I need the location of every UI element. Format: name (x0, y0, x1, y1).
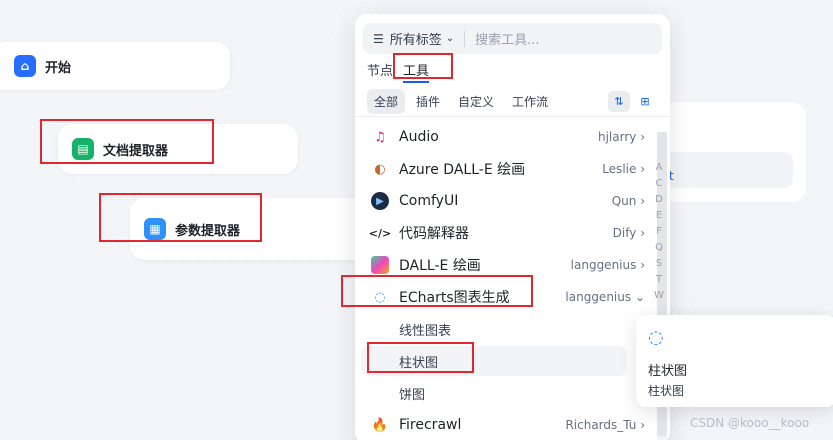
tool-item-firecrawl[interactable]: 🔥 Firecrawl Richards_Tu › (361, 410, 655, 440)
filter-all[interactable]: 全部 (367, 89, 406, 114)
tool-name: ECharts图表生成 (399, 290, 510, 306)
echarts-icon: ◌ (648, 327, 664, 348)
start-node[interactable]: ⌂ 开始 (0, 42, 230, 90)
az-index: A C D E F Q S T W (654, 160, 664, 304)
start-node-label: 开始 (45, 60, 72, 76)
tool-author: hjlarry › (597, 130, 645, 144)
tool-name: DALL-E 绘画 (399, 258, 481, 274)
az-letter[interactable]: E (654, 208, 664, 224)
tool-item-dalle[interactable]: DALL-E 绘画 langgenius › (361, 250, 655, 280)
subtool-label: 线性图表 (399, 323, 452, 339)
comfyui-icon: ▶ (371, 192, 389, 210)
code-icon: </> (368, 226, 392, 240)
background-node-card: t (660, 102, 806, 202)
tool-tooltip: ◌ 柱状图 柱状图 (636, 315, 833, 407)
tool-name: Azure DALL-E 绘画 (399, 162, 526, 178)
tool-author: Qun › (611, 194, 645, 208)
audio-icon: ♫ (374, 129, 386, 145)
az-letter[interactable]: D (654, 192, 664, 208)
subtool-bar-chart[interactable]: 柱状图 (361, 346, 627, 376)
tab-node[interactable]: 节点 (367, 60, 393, 83)
echarts-icon: ◌ (374, 289, 386, 305)
tool-item-azure-dalle[interactable]: ◐ Azure DALL-E 绘画 Leslie › (361, 154, 655, 184)
search-divider (464, 30, 466, 47)
tool-item-comfyui[interactable]: ▶ ComfyUI Qun › (361, 186, 655, 216)
tool-picker-panel: ☰ 所有标签 ⌄ 搜索工具... 节点 工具 全部 插件 自定义 工作流 ⇅ ⊞… (355, 14, 670, 440)
param-extractor-node[interactable]: ▦ 参数提取器 (130, 198, 370, 260)
filter-custom[interactable]: 自定义 (451, 89, 501, 114)
panel-tabs: 节点 工具 (367, 60, 430, 83)
tool-name: Firecrawl (399, 417, 462, 433)
tool-item-code-interpreter[interactable]: </> 代码解释器 Dify › (361, 218, 655, 248)
az-letter[interactable]: F (654, 224, 664, 240)
tool-author: langgenius › (570, 258, 645, 272)
filter-workflow[interactable]: 工作流 (505, 89, 555, 114)
doc-extractor-label: 文档提取器 (103, 143, 169, 159)
search-input[interactable]: 搜索工具... (475, 29, 539, 48)
tool-author: langgenius ⌄ (565, 290, 645, 304)
tool-item-audio[interactable]: ♫ Audio hjlarry › (361, 122, 655, 152)
chevron-down-icon: ⌄ (445, 33, 455, 44)
doc-extractor-node[interactable]: ▤ 文档提取器 (58, 124, 298, 174)
tree-view-icon[interactable]: ⊞ (634, 91, 656, 112)
category-filter-row: 全部 插件 自定义 工作流 ⇅ ⊞ (355, 87, 670, 117)
subtool-label: 饼图 (399, 387, 426, 403)
subtool-line-chart[interactable]: 线性图表 (361, 314, 627, 344)
tool-author: Dify › (612, 226, 645, 240)
param-extractor-label: 参数提取器 (175, 223, 241, 239)
tooltip-title: 柱状图 (648, 364, 688, 379)
az-letter[interactable]: Q (654, 240, 664, 256)
tool-name: ComfyUI (399, 193, 459, 209)
subtool-label: 柱状图 (399, 355, 439, 371)
az-letter[interactable]: A (654, 160, 664, 176)
tag-filter-dropdown[interactable]: 所有标签 (390, 29, 442, 48)
tool-name: Audio (399, 129, 439, 145)
grid-icon: ▦ (144, 218, 166, 240)
filter-plugins[interactable]: 插件 (409, 89, 447, 114)
filter-icon: ☰ (373, 31, 384, 46)
document-icon: ▤ (72, 138, 94, 160)
tool-author: Richards_Tu › (565, 418, 645, 432)
subtool-pie-chart[interactable]: 饼图 (361, 378, 627, 408)
az-letter[interactable]: T (654, 272, 664, 288)
watermark: CSDN @kooo__kooo (690, 416, 810, 430)
az-letter[interactable]: C (654, 176, 664, 192)
dalle-icon (371, 256, 389, 274)
background-node-field (666, 152, 793, 188)
az-letter[interactable]: W (654, 288, 664, 304)
tool-item-echarts[interactable]: ◌ ECharts图表生成 langgenius ⌄ (361, 282, 655, 312)
azure-dalle-icon: ◐ (374, 161, 386, 177)
tool-author: Leslie › (602, 162, 645, 176)
firecrawl-icon: 🔥 (371, 417, 389, 433)
search-bar: ☰ 所有标签 ⌄ 搜索工具... (363, 23, 662, 54)
view-toggle: ⇅ ⊞ (608, 91, 656, 112)
az-letter[interactable]: S (654, 256, 664, 272)
tooltip-description: 柱状图 (648, 384, 685, 398)
home-icon: ⌂ (14, 55, 36, 77)
sort-az-icon[interactable]: ⇅ (608, 91, 630, 112)
tab-tools[interactable]: 工具 (403, 60, 430, 83)
tool-name: 代码解释器 (399, 226, 469, 242)
